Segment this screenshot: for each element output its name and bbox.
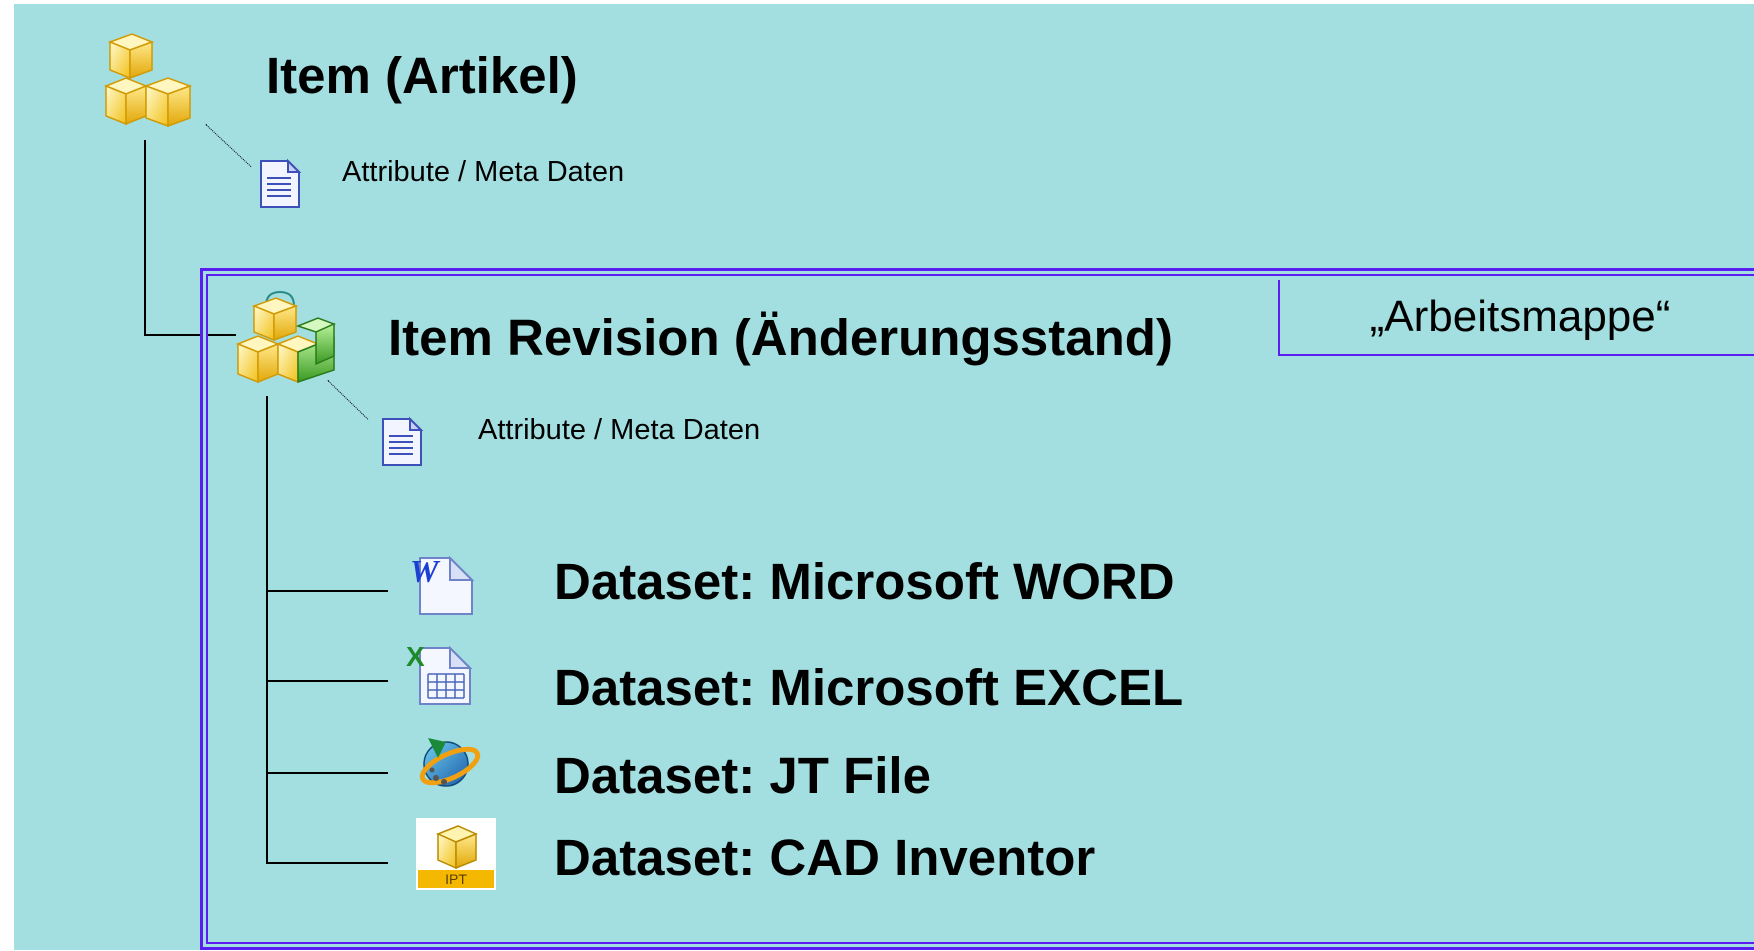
dataset-jt-label[interactable]: Dataset: JT File: [554, 746, 931, 805]
item-to-revision-connector-vertical: [144, 140, 146, 336]
item-revision-cubes-icon: [235, 290, 336, 384]
inventor-ipt-icon: IPT: [416, 818, 496, 890]
svg-text:W: W: [410, 553, 441, 589]
dataset-cad-label[interactable]: Dataset: CAD Inventor: [554, 828, 1095, 887]
dataset-connector-jt: [266, 772, 388, 774]
workbook-label: „Arbeitsmappe“: [1278, 280, 1754, 356]
dataset-connector-cad: [266, 862, 388, 864]
item-cubes-icon: [103, 33, 193, 128]
item-attributes-label: Attribute / Meta Daten: [342, 156, 625, 188]
dataset-word-label[interactable]: Dataset: Microsoft WORD: [554, 552, 1175, 611]
dataset-excel-label[interactable]: Dataset: Microsoft EXCEL: [554, 658, 1183, 717]
svg-text:X: X: [406, 641, 425, 672]
revision-attributes-label: Attribute / Meta Daten: [478, 414, 761, 446]
jt-file-icon: [419, 738, 481, 787]
dataset-connector-word: [266, 590, 388, 592]
document-icon: [382, 416, 424, 466]
word-document-icon: W: [410, 553, 475, 615]
excel-spreadsheet-icon: X: [406, 641, 473, 705]
ipt-badge-text: IPT: [445, 871, 467, 887]
item-revision-title: Item Revision (Änderungsstand): [388, 309, 1173, 366]
item-title: Item (Artikel): [266, 47, 578, 104]
workbook-label-text: „Arbeitsmappe“: [1369, 292, 1671, 341]
document-icon: [260, 158, 302, 208]
dataset-connector-excel: [266, 680, 388, 682]
dataset-connector-vertical: [266, 396, 268, 864]
